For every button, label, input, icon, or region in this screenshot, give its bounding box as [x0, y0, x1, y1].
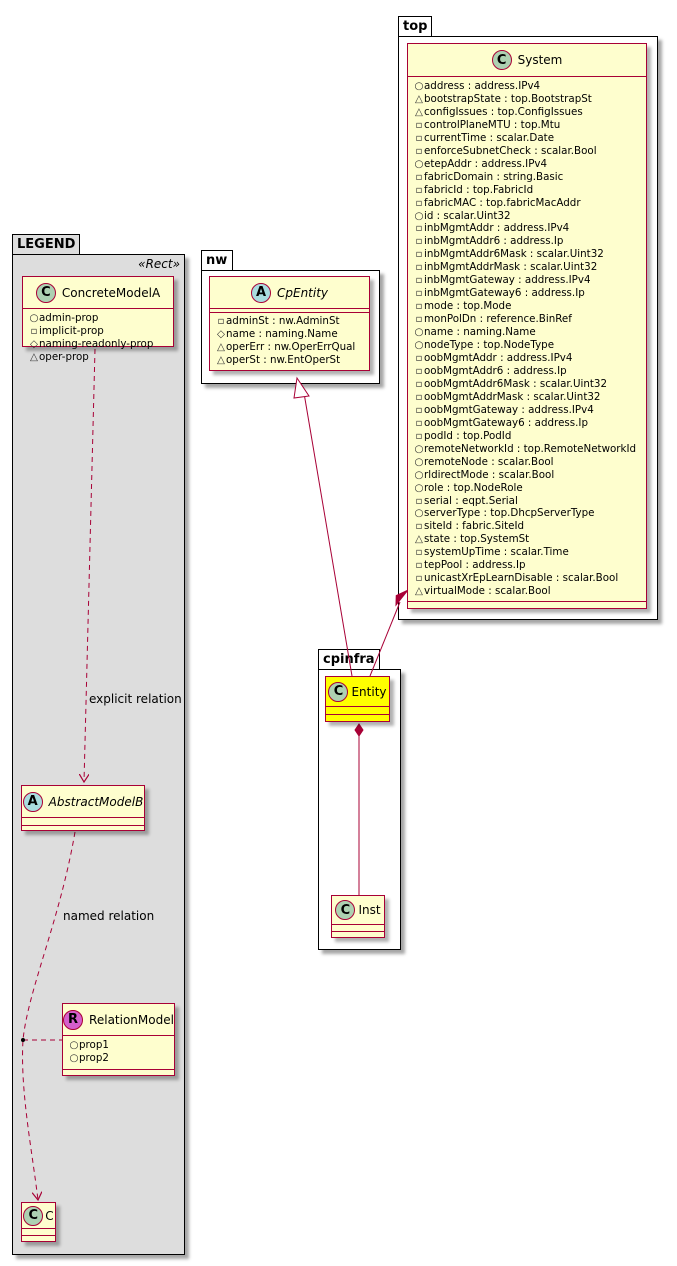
inst-header: C Inst — [332, 896, 384, 925]
attribute-row: ▫ monPolDn : reference.BinRef — [415, 313, 572, 326]
attribute-row: ▫ controlPlaneMTU : top.Mtu — [415, 118, 561, 131]
attribute-list: ▫ adminSt : nw.AdminSt ◇ name : naming.Nam… — [210, 313, 369, 371]
entity-header: C Entity — [326, 677, 389, 707]
cp-entity-header: A CpEntity — [210, 277, 369, 309]
class-a-icon: A — [250, 282, 271, 303]
attribute-list: ○ admin-prop ▫ implicit-prop ◇ naming-reado… — [23, 309, 173, 368]
attribute-row: ▫ adminSt : nw.AdminSt — [217, 315, 340, 327]
attribute-row: ▫ unicastXrEpLearnDisable : scalar.Bool — [415, 572, 619, 585]
c-class[interactable]: C C — [21, 1202, 56, 1242]
attribute-list: ○ prop1 ○ prop2 — [63, 1036, 174, 1070]
attribute-row: ▫ siteId : fabric.SiteId — [415, 520, 525, 533]
attribute-row: ○ prop2 — [69, 1051, 109, 1064]
system-header: C System — [408, 44, 646, 77]
inst-class[interactable]: C Inst — [331, 895, 385, 938]
attribute-row: △ bootstrapState : top.BootstrapSt — [415, 92, 592, 105]
concrete-model-a-header: C ConcreteModelA — [23, 277, 173, 309]
class-c-icon: C — [23, 1205, 44, 1226]
attribute-row: ▫ inbMgmtGateway : address.IPv4 — [415, 274, 591, 287]
class-a-icon: A — [22, 791, 43, 812]
class-name: Entity — [351, 684, 387, 699]
relation-model-header: R RelationModel — [63, 1004, 174, 1036]
attribute-row: ○ remoteNode : scalar.Bool — [414, 455, 554, 468]
class-c-icon: C — [335, 900, 356, 920]
relation-junction-dot — [21, 1038, 25, 1042]
c-header: C C — [22, 1203, 55, 1229]
attribute-row: ▫ inbMgmtGateway6 : address.Ip — [415, 287, 585, 300]
inheritance-arrow — [293, 376, 310, 399]
attribute-row: ▫ fabricDomain : string.Basic — [415, 170, 564, 183]
attribute-row: △ virtualMode : scalar.Bool — [415, 585, 551, 598]
attribute-row: ▫ mode : top.Mode — [415, 300, 512, 313]
class-name: System — [517, 53, 563, 67]
attribute-row: ○ serverType : top.DhcpServerType — [414, 507, 595, 520]
attribute-row: ○ prop1 — [69, 1039, 109, 1051]
attribute-row: ▫ inbMgmtAddrMask : scalar.Uint32 — [415, 261, 598, 274]
attribute-row: ▫ oobMgmtAddrMask : scalar.Uint32 — [415, 390, 601, 403]
attribute-row: ▫ oobMgmtAddr6 : address.Ip — [415, 364, 567, 377]
cp-entity-class[interactable]: A CpEntity ▫ adminSt : nw.AdminSt ◇ name :… — [209, 276, 370, 371]
attribute-row: ○ remoteNetworkId : top.RemoteNetworkId — [414, 442, 637, 455]
attribute-row: ○ rldirectMode : scalar.Bool — [414, 468, 555, 481]
attribute-row: △ operErr : nw.OperErrQual — [217, 340, 356, 353]
attribute-row: ▫ fabricId : top.FabricId — [415, 183, 534, 196]
attribute-row: △ operSt : nw.EntOperSt — [217, 353, 341, 366]
class-r-icon: R — [63, 1009, 84, 1030]
attribute-row: ▫ inbMgmtAddr : address.IPv4 — [415, 222, 570, 235]
attribute-row: ▫ implicit-prop — [30, 324, 104, 337]
class-name: CpEntity — [276, 285, 329, 300]
attribute-row: ▫ inbMgmtAddr6Mask : scalar.Uint32 — [415, 248, 604, 261]
attribute-row: ○ address : address.IPv4 — [414, 80, 541, 92]
attribute-row: ▫ systemUpTime : scalar.Time — [415, 546, 569, 559]
class-name: Inst — [358, 903, 381, 917]
system-entity-composition — [369, 601, 401, 677]
system-composition-diamond — [395, 589, 409, 607]
attribute-row: ○ id : scalar.Uint32 — [414, 209, 511, 222]
class-c-icon: C — [328, 681, 349, 702]
attribute-row: ○ role : top.NodeRole — [414, 481, 523, 494]
class-name: ConcreteModelA — [61, 285, 161, 300]
class-c-icon: C — [491, 50, 512, 70]
explicit-relation-line — [84, 348, 96, 782]
attribute-row: ○ nodeType : top.NodeType — [414, 339, 555, 352]
attribute-row: ▫ fabricMAC : top.fabricMacAddr — [415, 196, 581, 209]
attribute-row: ○ admin-prop — [29, 312, 99, 324]
attribute-row: ▫ tepPool : address.Ip — [415, 559, 526, 572]
system-class[interactable]: C System ○ address : address.IPv4 △ bootstr… — [407, 43, 647, 609]
concrete-model-a-class[interactable]: C ConcreteModelA ○ admin-prop ▫ implicit-p… — [22, 276, 174, 363]
attribute-row: ◇ naming-readonly-prop — [30, 337, 154, 350]
attribute-row: ▫ podId : top.PodId — [415, 429, 512, 442]
relation-model-class[interactable]: R RelationModel ○ prop1 ○ prop2 — [62, 1003, 175, 1076]
abstract-model-b-class[interactable]: A AbstractModelB — [21, 785, 145, 831]
inheritance-line — [303, 392, 353, 677]
named-relation-label: named relation — [63, 909, 155, 923]
attribute-row: △ configIssues : top.ConfigIssues — [415, 105, 583, 118]
attribute-row: ○ etepAddr : address.IPv4 — [414, 157, 548, 170]
abstract-model-b-header: A AbstractModelB — [22, 786, 144, 818]
class-name: RelationModel — [89, 1012, 174, 1027]
entity-class[interactable]: C Entity — [325, 676, 390, 722]
class-name: C — [45, 1208, 54, 1223]
attribute-row: ▫ oobMgmtAddr6Mask : scalar.Uint32 — [415, 377, 608, 390]
attribute-row: △ oper-prop — [30, 350, 89, 363]
explicit-relation-label: explicit relation — [89, 692, 182, 706]
attribute-list: ○ address : address.IPv4 △ bootstrapState :… — [408, 77, 646, 603]
attribute-row: ▫ currentTime : scalar.Date — [415, 131, 555, 144]
entity-composition-diamond — [354, 723, 364, 737]
attribute-row: △ state : top.SystemSt — [415, 533, 530, 546]
attribute-row: ▫ serial : eqpt.Serial — [415, 494, 518, 507]
class-name: AbstractModelB — [48, 794, 144, 809]
attribute-row: ▫ oobMgmtGateway6 : address.Ip — [415, 416, 588, 429]
attribute-row: ○ name : naming.Name — [414, 326, 536, 339]
class-c-icon: C — [35, 282, 56, 303]
attribute-row: ▫ oobMgmtAddr : address.IPv4 — [415, 352, 573, 365]
attribute-row: ◇ name : naming.Name — [217, 327, 338, 340]
attribute-row: ▫ inbMgmtAddr6 : address.Ip — [415, 235, 564, 248]
attribute-row: ▫ oobMgmtGateway : address.IPv4 — [415, 403, 594, 416]
attribute-row: ▫ enforceSubnetCheck : scalar.Bool — [415, 144, 597, 157]
